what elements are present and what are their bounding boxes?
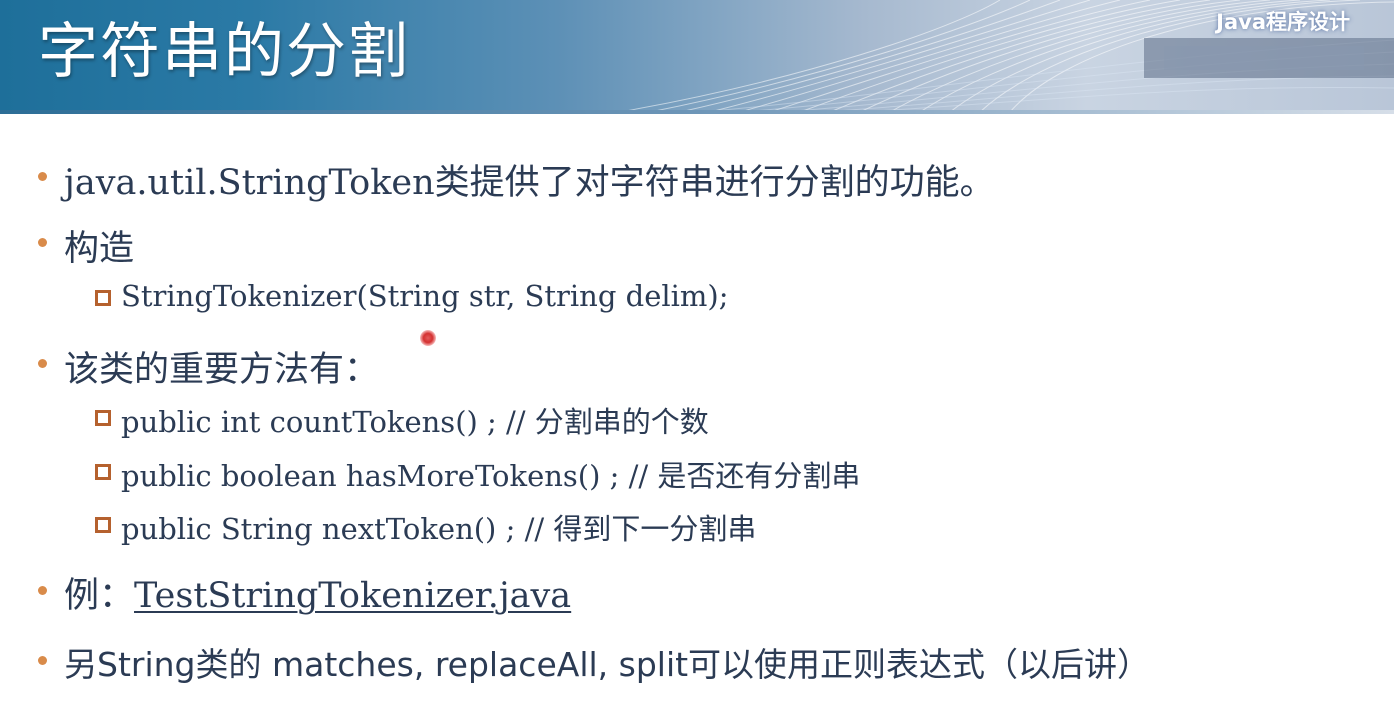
banner-divider — [0, 110, 1394, 114]
example-prefix: 例： — [64, 576, 135, 616]
example-file-link[interactable]: TestStringTokenizer.java — [134, 576, 571, 616]
bullet-dot — [38, 359, 47, 368]
square-bullet-icon — [95, 517, 111, 533]
bullet-3-text: 该类的重要方法有： — [64, 350, 380, 390]
bullet-5-text: 另String类的 matches, replaceAll, split可以使用… — [64, 645, 1151, 684]
brand-label: Java程序设计 — [1216, 10, 1350, 34]
logo-decoration — [1144, 38, 1394, 78]
bullet-4-text: 例：TestStringTokenizer.java — [64, 567, 571, 618]
sub-bullet-next-token: public String nextToken() ; // 得到下一分割串 — [121, 512, 757, 546]
bullet-1-text: java.util.StringToken类提供了对字符串进行分割的功能。 — [64, 163, 995, 203]
header-banner: 字符串的分割 Java程序设计 — [0, 0, 1394, 112]
pointer-cursor-icon — [420, 330, 436, 346]
square-bullet-icon — [95, 290, 111, 306]
bullet-2-text: 构造 — [64, 229, 135, 269]
bullet-dot — [38, 172, 47, 181]
sub-bullet-count-tokens: public int countTokens() ; // 分割串的个数 — [121, 405, 709, 439]
slide: 字符串的分割 Java程序设计 java.util.StringToken类提供… — [0, 0, 1394, 720]
bullet-dot — [38, 656, 47, 665]
bullet-dot — [38, 586, 47, 595]
bullet-dot — [38, 238, 47, 247]
slide-title: 字符串的分割 — [38, 17, 410, 87]
sub-bullet-constructor: StringTokenizer(String str, String delim… — [121, 279, 729, 313]
sub-bullet-has-more-tokens: public boolean hasMoreTokens() ; // 是否还有… — [121, 459, 861, 493]
square-bullet-icon — [95, 464, 111, 480]
square-bullet-icon — [95, 410, 111, 426]
